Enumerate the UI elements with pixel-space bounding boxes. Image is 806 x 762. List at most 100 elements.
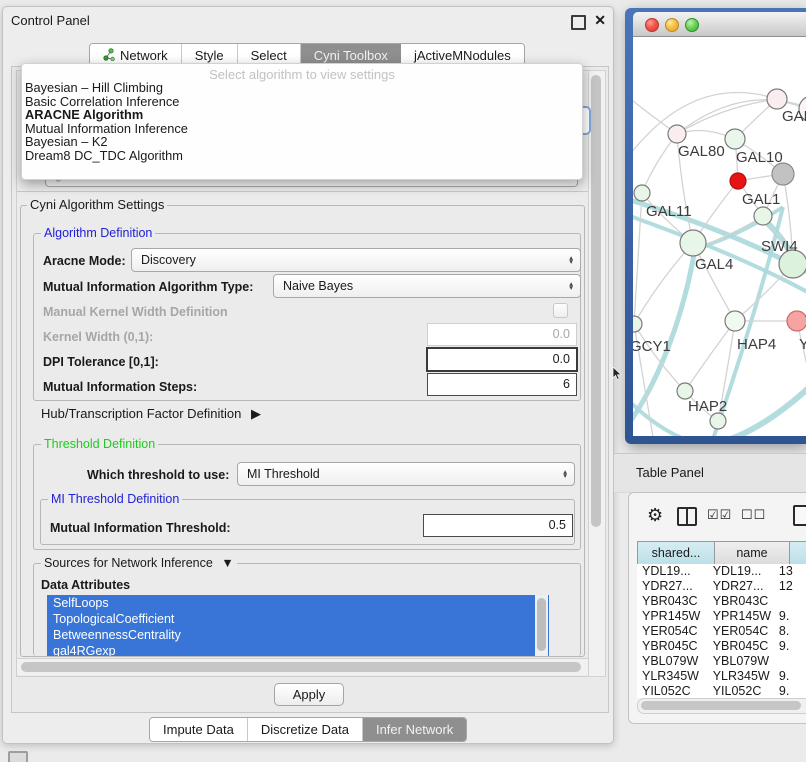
network-graph xyxy=(633,37,806,436)
tab-infer-network[interactable]: Infer Network xyxy=(363,718,466,741)
data-attributes-list: SelfLoops TopologicalCoefficient Between… xyxy=(47,595,549,656)
mouse-cursor-icon xyxy=(612,367,622,381)
select-all-checkboxes-icon[interactable]: ☑☑ xyxy=(707,507,732,523)
dropdown-item[interactable]: Bayesian – K2 xyxy=(22,135,582,149)
node-label: GAL80 xyxy=(678,143,725,160)
node-label: GAL4 xyxy=(695,256,733,273)
mi-type-combo[interactable]: Naive Bayes ▴▾ xyxy=(273,274,581,298)
tab-discretize-data[interactable]: Discretize Data xyxy=(248,718,363,741)
table-panel-title: Table Panel xyxy=(636,465,704,480)
dropdown-item[interactable]: Basic Correlation Inference xyxy=(22,95,582,109)
column-header-partial[interactable]: A xyxy=(790,542,806,564)
sources-group-title[interactable]: Sources for Network Inference ▼ xyxy=(41,556,237,570)
divider xyxy=(17,191,593,192)
apply-button[interactable]: Apply xyxy=(274,683,344,706)
mi-threshold-field[interactable]: 0.5 xyxy=(423,514,573,537)
zoom-traffic-light[interactable] xyxy=(685,18,699,32)
aracne-mode-label: Aracne Mode: xyxy=(43,254,126,268)
node-label: SWI4 xyxy=(761,238,798,255)
which-threshold-label: Which threshold to use: xyxy=(87,468,229,482)
mi-type-label: Mutual Information Algorithm Type: xyxy=(43,280,253,294)
table-panel-card: ⚙ ☑☑ ☐☐ shared... name A YDL19...YDL19..… xyxy=(628,492,806,724)
network-view-window: GAL GAL80 GAL10 GAL1 GAL11 SWI4 GAL4 GCY… xyxy=(625,8,806,444)
aracne-mode-combo[interactable]: Discovery ▴▾ xyxy=(131,248,581,272)
list-item[interactable]: BetweennessCentrality xyxy=(47,627,549,643)
manual-kernel-checkbox[interactable] xyxy=(553,303,568,318)
mi-threshold-label: Mutual Information Threshold: xyxy=(50,521,231,535)
kernel-width-field[interactable]: 0.0 xyxy=(427,323,577,346)
table-hscrollbar-thumb[interactable] xyxy=(641,701,801,710)
minimized-panel-icon[interactable] xyxy=(8,751,28,762)
table-row[interactable]: YER054CYER054C8. xyxy=(637,624,806,639)
node-hap2 xyxy=(677,383,693,399)
table-row[interactable]: YBR045CYBR045C9. xyxy=(637,639,806,654)
combo-arrows-icon: ▴▾ xyxy=(569,256,573,265)
node-hap4 xyxy=(725,311,745,331)
algorithm-dropdown-list: Select algorithm to view settings Bayesi… xyxy=(21,63,583,180)
table-row[interactable]: YPR145WYPR145W9. xyxy=(637,609,806,624)
list-scrollbar-thumb[interactable] xyxy=(537,598,546,651)
dpi-tolerance-field[interactable]: 0.0 xyxy=(426,347,578,372)
node-label: GAL11 xyxy=(646,203,692,220)
settings-hscrollbar-thumb[interactable] xyxy=(21,662,581,672)
node-label: HAP2 xyxy=(688,398,727,415)
threshold-definition-title: Threshold Definition xyxy=(41,437,158,451)
split-columns-icon[interactable] xyxy=(677,507,697,526)
node-gal1-gray xyxy=(772,163,794,185)
manual-kernel-label: Manual Kernel Width Definition xyxy=(43,305,228,319)
algorithm-definition-title: Algorithm Definition xyxy=(41,226,155,240)
close-traffic-light[interactable] xyxy=(645,18,659,32)
tab-network-label: Network xyxy=(120,48,168,63)
dropdown-item-selected[interactable]: ARACNE Algorithm xyxy=(22,108,582,122)
node-label: GAL10 xyxy=(736,149,783,166)
hub-definition-toggle[interactable]: Hub/Transcription Factor Definition ▶ xyxy=(41,406,261,422)
network-window-titlebar[interactable] xyxy=(633,12,806,37)
table-panel-header-strip: Table Panel xyxy=(614,453,806,493)
node-label: HAP4 xyxy=(737,336,776,353)
column-header-shared-name[interactable]: shared... xyxy=(638,542,715,564)
data-attributes-label: Data Attributes xyxy=(41,578,130,592)
expand-right-icon: ▶ xyxy=(251,406,261,421)
kernel-width-label: Kernel Width (0,1): xyxy=(43,330,153,344)
minimize-traffic-light[interactable] xyxy=(665,18,679,32)
float-window-icon[interactable] xyxy=(571,15,586,30)
dropdown-item[interactable]: Bayesian – Hill Climbing xyxy=(22,81,582,95)
mi-steps-field[interactable]: 6 xyxy=(427,373,577,396)
table-row[interactable]: YIL052CYIL052C9. xyxy=(637,684,806,698)
screenshot-root: Control Panel ✕ Network Style Select xyxy=(0,0,806,762)
settings-vscrollbar-track[interactable] xyxy=(588,70,606,677)
list-item[interactable]: TopologicalCoefficient xyxy=(47,611,549,627)
table-row[interactable]: YBR043CYBR043C xyxy=(637,594,806,609)
node-green-small xyxy=(754,207,772,225)
table-hscrollbar-track[interactable] xyxy=(637,698,806,714)
table-row[interactable]: YDL19...YDL19...13 xyxy=(637,564,806,579)
list-item[interactable]: SelfLoops xyxy=(47,595,549,611)
deselect-all-checkboxes-icon[interactable]: ☐☐ xyxy=(741,507,766,523)
dropdown-item[interactable]: Dream8 DC_TDC Algorithm xyxy=(22,149,582,163)
node-label: GAL xyxy=(782,108,806,125)
list-item[interactable]: gal4RGexp xyxy=(47,643,549,656)
table-row[interactable]: YBL079WYBL079W xyxy=(637,654,806,669)
which-threshold-combo[interactable]: MI Threshold ▴▾ xyxy=(237,462,575,486)
network-canvas[interactable]: GAL GAL80 GAL10 GAL1 GAL11 SWI4 GAL4 GCY… xyxy=(633,37,806,436)
dropdown-item[interactable]: Mutual Information Inference xyxy=(22,122,582,136)
settings-hscrollbar-track[interactable] xyxy=(17,658,588,675)
settings-vscrollbar-thumb[interactable] xyxy=(591,75,601,527)
combo-arrows-icon: ▴▾ xyxy=(563,470,567,479)
tab-impute-data[interactable]: Impute Data xyxy=(150,718,248,741)
node-label: Y xyxy=(799,336,806,353)
new-table-icon[interactable] xyxy=(793,505,806,526)
cyni-bottom-tabbar: Impute Data Discretize Data Infer Networ… xyxy=(149,717,467,742)
table-row[interactable]: YDR27...YDR27...12 xyxy=(637,579,806,594)
list-scrollbar-track[interactable] xyxy=(535,595,548,656)
close-icon[interactable]: ✕ xyxy=(594,12,606,29)
dpi-tolerance-label: DPI Tolerance [0,1]: xyxy=(43,355,159,369)
gear-icon[interactable]: ⚙ xyxy=(647,505,663,526)
combo-arrows-icon: ▴▾ xyxy=(569,282,573,291)
table-row[interactable]: YLR345WYLR345W9. xyxy=(637,669,806,684)
node-gal4 xyxy=(680,230,706,256)
dropdown-placeholder: Select algorithm to view settings xyxy=(22,67,582,81)
node-salmon-right xyxy=(787,311,806,331)
node-gal10 xyxy=(725,129,745,149)
column-header-name[interactable]: name xyxy=(715,542,790,564)
